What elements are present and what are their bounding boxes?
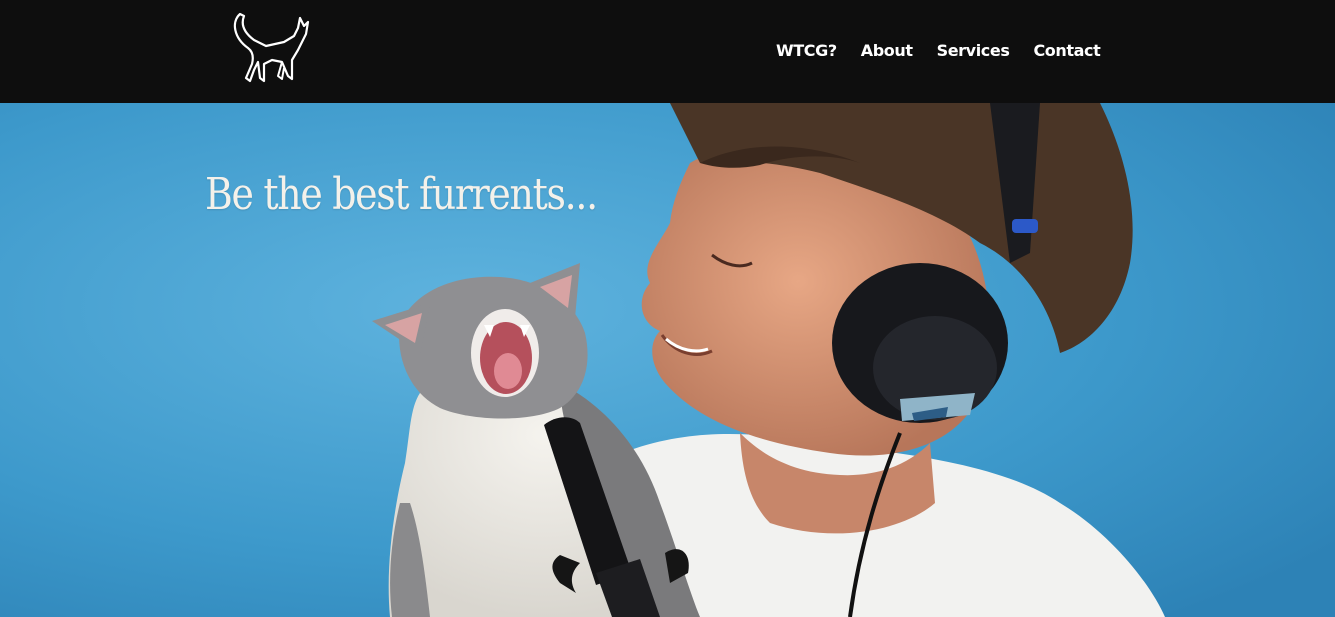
- nav-link-contact[interactable]: Contact: [1033, 41, 1100, 60]
- cat-logo-icon[interactable]: [226, 8, 316, 86]
- site-header: WTCG? About Services Contact: [0, 0, 1335, 103]
- nav-link-about[interactable]: About: [861, 41, 913, 60]
- hero-photo: [0, 103, 1335, 617]
- nav-link-wtcg[interactable]: WTCG?: [776, 41, 837, 60]
- nav-link-services[interactable]: Services: [937, 41, 1010, 60]
- hero-title: Be the best furrents...: [205, 169, 598, 220]
- hero-section: Be the best furrents...: [0, 103, 1335, 617]
- main-nav: WTCG? About Services Contact: [776, 36, 1101, 64]
